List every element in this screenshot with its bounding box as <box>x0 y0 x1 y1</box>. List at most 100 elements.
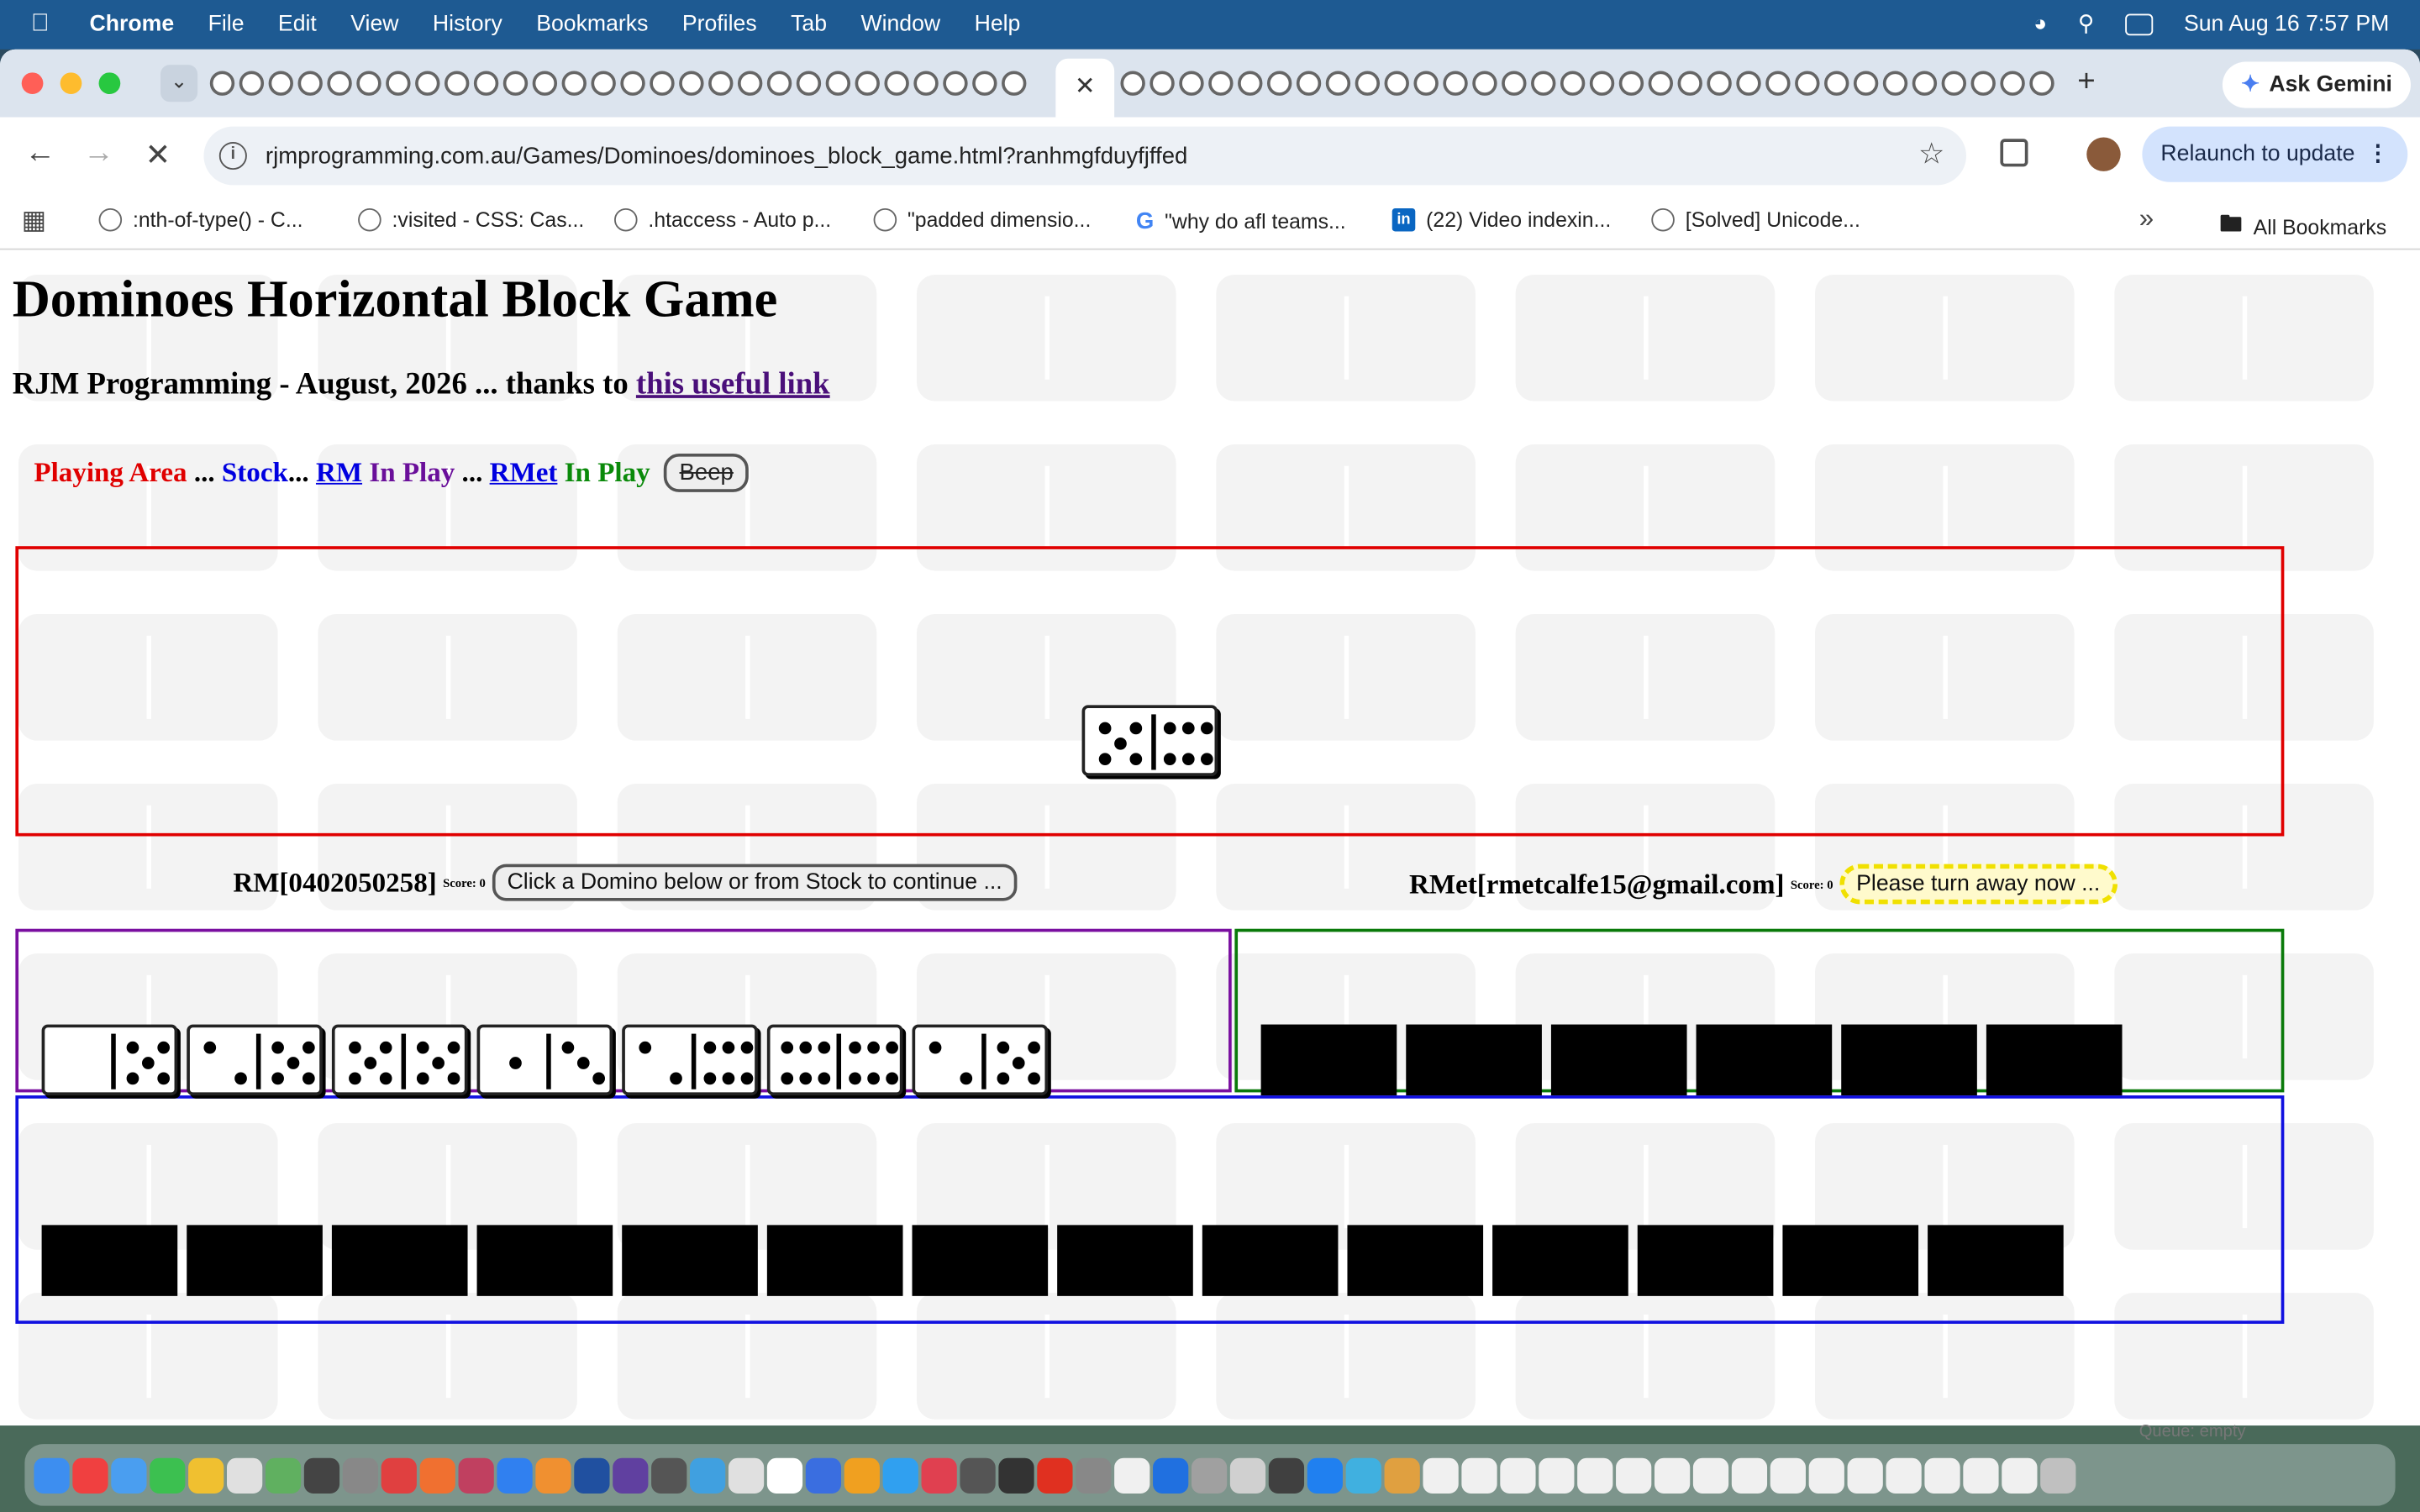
dock-app-icon[interactable] <box>1229 1457 1266 1494</box>
tab-favicon-icon[interactable] <box>1765 71 1791 96</box>
tab-favicon-icon[interactable] <box>561 71 587 96</box>
dock-app-icon[interactable] <box>303 1457 340 1494</box>
stock-domino-back[interactable] <box>187 1225 323 1296</box>
tab-favicon-icon[interactable] <box>1443 71 1468 96</box>
dock-app-icon[interactable] <box>1577 1457 1613 1494</box>
tab-favicon-icon[interactable] <box>1413 71 1439 96</box>
stock-domino-back[interactable] <box>1782 1225 1919 1296</box>
beep-button[interactable]: Beep <box>664 454 750 492</box>
menu-item-tab[interactable]: Tab <box>791 13 827 37</box>
address-bar[interactable]: i rjmprogramming.com.au/Games/Dominoes/d… <box>203 126 1967 186</box>
dock-app-icon[interactable] <box>419 1457 455 1494</box>
tab-favicon-icon[interactable] <box>1208 71 1234 96</box>
wifi-icon[interactable]: ◕ <box>2033 13 2047 37</box>
menu-item-edit[interactable]: Edit <box>278 13 317 37</box>
dock-app-icon[interactable] <box>882 1457 918 1494</box>
apple-icon[interactable]:  <box>31 11 62 39</box>
tab-favicon-icon[interactable] <box>327 71 352 96</box>
tab-favicon-icon[interactable] <box>855 71 880 96</box>
stock-domino-back[interactable] <box>1492 1225 1628 1296</box>
played-domino[interactable] <box>1081 705 1218 776</box>
dock-app-icon[interactable] <box>497 1457 533 1494</box>
tab-favicon-icon[interactable] <box>239 71 265 96</box>
menu-item-file[interactable]: File <box>208 13 245 37</box>
rmet-hand-domino-back[interactable] <box>1986 1024 2123 1096</box>
bookmark-star-icon[interactable]: ☆ <box>1918 137 1944 172</box>
tab-favicon-icon[interactable] <box>650 71 675 96</box>
extensions-puzzle-icon[interactable] <box>2000 139 2028 167</box>
dock-app-icon[interactable] <box>72 1457 108 1494</box>
tab-favicon-icon[interactable] <box>972 71 997 96</box>
bookmark-item[interactable]: G "why do afl teams... <box>1136 208 1346 234</box>
stock-domino-back[interactable] <box>622 1225 758 1296</box>
menu-item-profiles[interactable]: Profiles <box>682 13 757 37</box>
dock-app-icon[interactable] <box>111 1457 147 1494</box>
turn-away-button[interactable]: Please turn away now ... <box>1839 864 2118 905</box>
dock-app-icon[interactable] <box>381 1457 417 1494</box>
dock-app-icon[interactable] <box>690 1457 726 1494</box>
tab-favicon-icon[interactable] <box>1707 71 1732 96</box>
tab-favicon-icon[interactable] <box>1238 71 1263 96</box>
relaunch-to-update-button[interactable]: Relaunch to update ⋮ <box>2142 126 2408 182</box>
dock-app-icon[interactable] <box>1153 1457 1189 1494</box>
dock-app-icon[interactable] <box>1692 1457 1729 1494</box>
tab-favicon-icon[interactable] <box>591 71 616 96</box>
active-tab-close-icon[interactable]: ✕ <box>1055 58 1115 118</box>
dock-app-icon[interactable] <box>1539 1457 1575 1494</box>
close-window-button[interactable] <box>21 72 44 95</box>
tab-favicon-icon[interactable] <box>444 71 470 96</box>
tab-favicon-icon[interactable] <box>1677 71 1702 96</box>
tab-favicon-icon[interactable] <box>737 71 763 96</box>
dock-app-icon[interactable] <box>844 1457 880 1494</box>
stock-domino-back[interactable] <box>1202 1225 1339 1296</box>
stock-domino-back[interactable] <box>912 1225 1049 1296</box>
bookmark-item[interactable]: .htaccess - Auto p... <box>614 207 831 232</box>
tab-favicon-icon[interactable] <box>1970 71 1996 96</box>
new-tab-plus-icon[interactable]: + <box>2077 65 2095 100</box>
dock-app-icon[interactable] <box>1268 1457 1305 1494</box>
dock-app-icon[interactable] <box>2002 1457 2038 1494</box>
dock-app-icon[interactable] <box>805 1457 842 1494</box>
tab-favicon-icon[interactable] <box>2029 71 2054 96</box>
zoom-window-button[interactable] <box>98 72 121 95</box>
dock-app-icon[interactable] <box>1808 1457 1844 1494</box>
rmet-hand-domino-back[interactable] <box>1550 1024 1687 1096</box>
tab-favicon-icon[interactable] <box>415 71 440 96</box>
rm-hand-domino[interactable] <box>766 1024 903 1096</box>
dock-app-icon[interactable] <box>342 1457 379 1494</box>
rm-link[interactable]: RM <box>316 457 362 490</box>
dock-app-icon[interactable] <box>535 1457 571 1494</box>
rm-hand-domino[interactable] <box>187 1024 323 1096</box>
tab-favicon-icon[interactable] <box>825 71 851 96</box>
dock-app-icon[interactable] <box>1461 1457 1497 1494</box>
dock-app-icon[interactable] <box>1731 1457 1768 1494</box>
tab-favicon-icon[interactable] <box>1941 71 1967 96</box>
dock-app-icon[interactable] <box>1384 1457 1420 1494</box>
dock-app-icon[interactable] <box>574 1457 610 1494</box>
bookmark-item[interactable]: [Solved] Unicode... <box>1651 207 1860 232</box>
dock-app-icon[interactable] <box>1770 1457 1806 1494</box>
tab-favicon-icon[interactable] <box>1002 71 1027 96</box>
stop-loading-icon[interactable]: ✕ <box>145 136 171 175</box>
tab-favicon-icon[interactable] <box>1502 71 1527 96</box>
profile-avatar[interactable] <box>2086 137 2121 171</box>
tab-favicon-icon[interactable] <box>297 71 323 96</box>
useful-link[interactable]: this useful link <box>636 367 830 401</box>
bookmark-item[interactable]: :visited - CSS: Cas... <box>358 207 584 232</box>
menu-item-view[interactable]: View <box>350 13 398 37</box>
tab-favicon-icon[interactable] <box>796 71 822 96</box>
dock-app-icon[interactable] <box>2040 1457 2076 1494</box>
rmet-hand-domino-back[interactable] <box>1841 1024 1977 1096</box>
stock-domino-back[interactable] <box>41 1225 178 1296</box>
dock-app-icon[interactable] <box>1345 1457 1381 1494</box>
ask-gemini-button[interactable]: ✦ Ask Gemini <box>2222 61 2411 108</box>
search-icon[interactable]: ⚲ <box>2078 13 2095 37</box>
tab-favicon-icon[interactable] <box>679 71 704 96</box>
dock-app-icon[interactable] <box>960 1457 996 1494</box>
tab-favicon-icon[interactable] <box>1736 71 1761 96</box>
stock-domino-back[interactable] <box>766 1225 903 1296</box>
menu-item-bookmarks[interactable]: Bookmarks <box>536 13 648 37</box>
tab-favicon-icon[interactable] <box>386 71 411 96</box>
playing-area[interactable] <box>15 546 2285 837</box>
tab-favicon-icon[interactable] <box>1384 71 1409 96</box>
